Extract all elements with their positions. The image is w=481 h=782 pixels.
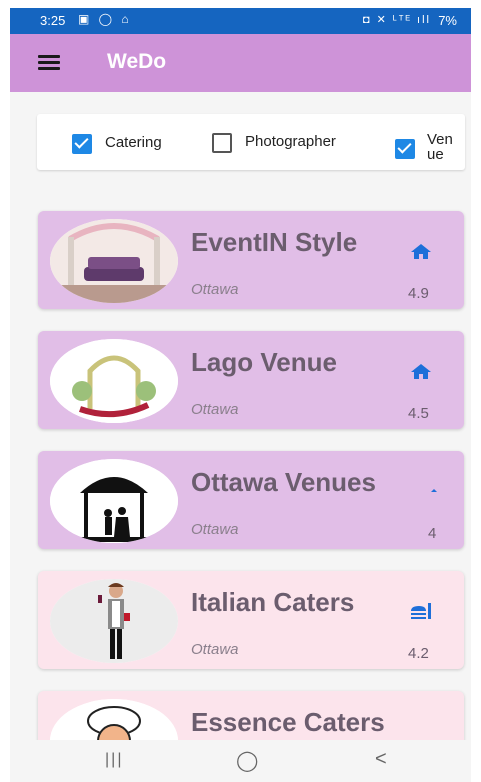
listing-name: Italian Caters [191, 587, 355, 617]
venue-label[interactable]: Ven ue [427, 132, 453, 162]
venue-image [50, 219, 178, 303]
venue-image [50, 339, 178, 423]
battery-level: 7% [438, 13, 457, 28]
food-icon [409, 601, 433, 621]
category-filter: Catering Photographer Ven ue [37, 114, 465, 170]
phone-screen: 3:25 ▣ ◯ ⌂ ◘ ✕ ᴸᵀᴱ ıll 7% WeDo Catering … [10, 8, 471, 782]
app-bar: WeDo [10, 34, 471, 92]
listing-rating: 4.9 [408, 285, 429, 302]
listing-city: Ottawa [191, 521, 239, 538]
status-bar: 3:25 ▣ ◯ ⌂ ◘ ✕ ᴸᵀᴱ ıll 7% [10, 8, 471, 34]
listing-name: Essence Caters [191, 707, 385, 737]
catering-checkbox[interactable] [72, 134, 92, 154]
home-button[interactable]: ◯ [236, 748, 258, 773]
listing-name: Lago Venue [191, 347, 337, 377]
caterer-image [50, 579, 178, 663]
listing-card[interactable]: Ottawa Venues Ottawa 4 [38, 451, 464, 549]
signal-icons: ◘ ✕ ᴸᵀᴱ ıll [362, 14, 431, 26]
listing-card[interactable]: Lago Venue Ottawa 4.5 [38, 331, 464, 429]
hamburger-menu-icon[interactable] [38, 55, 60, 71]
venue-image [50, 459, 178, 543]
listing-name: EventIN Style [191, 227, 358, 257]
back-button[interactable]: < [375, 748, 387, 771]
notification-icons: ▣ ◯ ⌂ [78, 12, 132, 26]
catering-label[interactable]: Catering [105, 134, 162, 151]
system-nav-bar: ||| ◯ < [10, 740, 471, 782]
listing-rating: 4.2 [408, 645, 429, 662]
home-icon [430, 481, 438, 501]
app-title: WeDo [107, 50, 167, 73]
listing-card[interactable]: Italian Caters Ottawa 4.2 [38, 571, 464, 669]
recents-button[interactable]: ||| [105, 751, 123, 769]
listing-name: Ottawa Venues [191, 467, 376, 497]
listing-city: Ottawa [191, 281, 239, 298]
status-time: 3:25 [40, 13, 66, 28]
venue-checkbox[interactable] [395, 139, 415, 159]
listing-rating: 4 [428, 525, 437, 542]
listing-card[interactable]: EventIN Style Ottawa 4.9 [38, 211, 464, 309]
home-icon [409, 241, 433, 261]
home-icon [409, 361, 433, 381]
listing-rating: 4.5 [408, 405, 429, 422]
photographer-label[interactable]: Photographer [245, 133, 336, 150]
listing-city: Ottawa [191, 641, 239, 658]
listing-city: Ottawa [191, 401, 239, 418]
photographer-checkbox[interactable] [212, 133, 232, 153]
